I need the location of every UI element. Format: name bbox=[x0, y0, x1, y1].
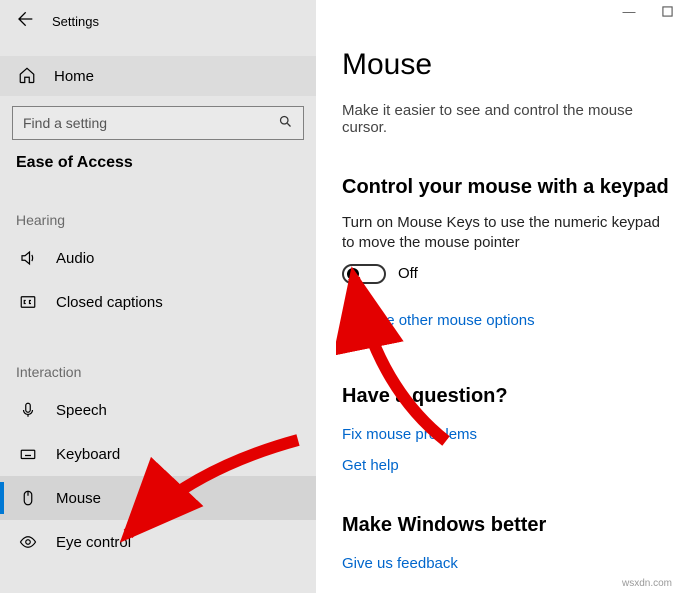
section-better-heading: Make Windows better bbox=[342, 514, 680, 537]
sidebar: Settings Home Ease of Access Hearing Aud… bbox=[0, 0, 316, 593]
home-icon bbox=[18, 66, 36, 87]
closed-captions-icon bbox=[18, 293, 38, 311]
eye-icon bbox=[18, 533, 38, 551]
sidebar-item-speech[interactable]: Speech bbox=[0, 388, 316, 432]
toggle-knob bbox=[347, 268, 359, 280]
audio-icon bbox=[18, 249, 38, 267]
sidebar-item-home[interactable]: Home bbox=[0, 56, 316, 96]
sidebar-item-audio[interactable]: Audio bbox=[0, 236, 316, 280]
app-title: Settings bbox=[52, 14, 99, 29]
search-box[interactable] bbox=[12, 106, 304, 140]
link-change-other-mouse-options[interactable]: Change other mouse options bbox=[342, 312, 680, 329]
nav-label: Closed captions bbox=[56, 294, 163, 311]
maximize-button[interactable] bbox=[660, 4, 674, 18]
minimize-button[interactable]: — bbox=[622, 4, 636, 18]
nav-label: Mouse bbox=[56, 490, 101, 507]
home-label: Home bbox=[54, 68, 94, 85]
section-keypad-heading: Control your mouse with a keypad bbox=[342, 176, 680, 199]
sidebar-item-keyboard[interactable]: Keyboard bbox=[0, 432, 316, 476]
nav-label: Audio bbox=[56, 250, 94, 267]
sidebar-item-eye-control[interactable]: Eye control bbox=[0, 520, 316, 564]
keyboard-icon bbox=[18, 445, 38, 463]
link-get-help[interactable]: Get help bbox=[342, 457, 680, 474]
search-icon bbox=[278, 114, 293, 133]
sidebar-item-mouse[interactable]: Mouse bbox=[0, 476, 316, 520]
microphone-icon bbox=[18, 401, 38, 419]
section-question-heading: Have a question? bbox=[342, 385, 680, 408]
group-hearing: Hearing bbox=[0, 172, 316, 236]
back-arrow-icon[interactable] bbox=[14, 9, 34, 33]
search-input[interactable] bbox=[23, 115, 278, 131]
content-pane: — Mouse Make it easier to see and contro… bbox=[316, 0, 680, 593]
watermark: wsxdn.com bbox=[622, 578, 672, 589]
nav-label: Keyboard bbox=[56, 446, 120, 463]
page-title: Mouse bbox=[342, 48, 680, 82]
link-fix-mouse-problems[interactable]: Fix mouse problems bbox=[342, 426, 680, 443]
mouse-keys-toggle[interactable] bbox=[342, 264, 386, 284]
nav-label: Eye control bbox=[56, 534, 131, 551]
mouse-icon bbox=[18, 489, 38, 507]
category-label: Ease of Access bbox=[0, 140, 316, 172]
link-give-feedback[interactable]: Give us feedback bbox=[342, 555, 680, 572]
toggle-state-label: Off bbox=[398, 265, 418, 282]
group-interaction: Interaction bbox=[0, 324, 316, 388]
nav-label: Speech bbox=[56, 402, 107, 419]
keypad-desc: Turn on Mouse Keys to use the numeric ke… bbox=[342, 213, 662, 254]
page-subtitle: Make it easier to see and control the mo… bbox=[342, 102, 680, 136]
sidebar-item-closed-captions[interactable]: Closed captions bbox=[0, 280, 316, 324]
